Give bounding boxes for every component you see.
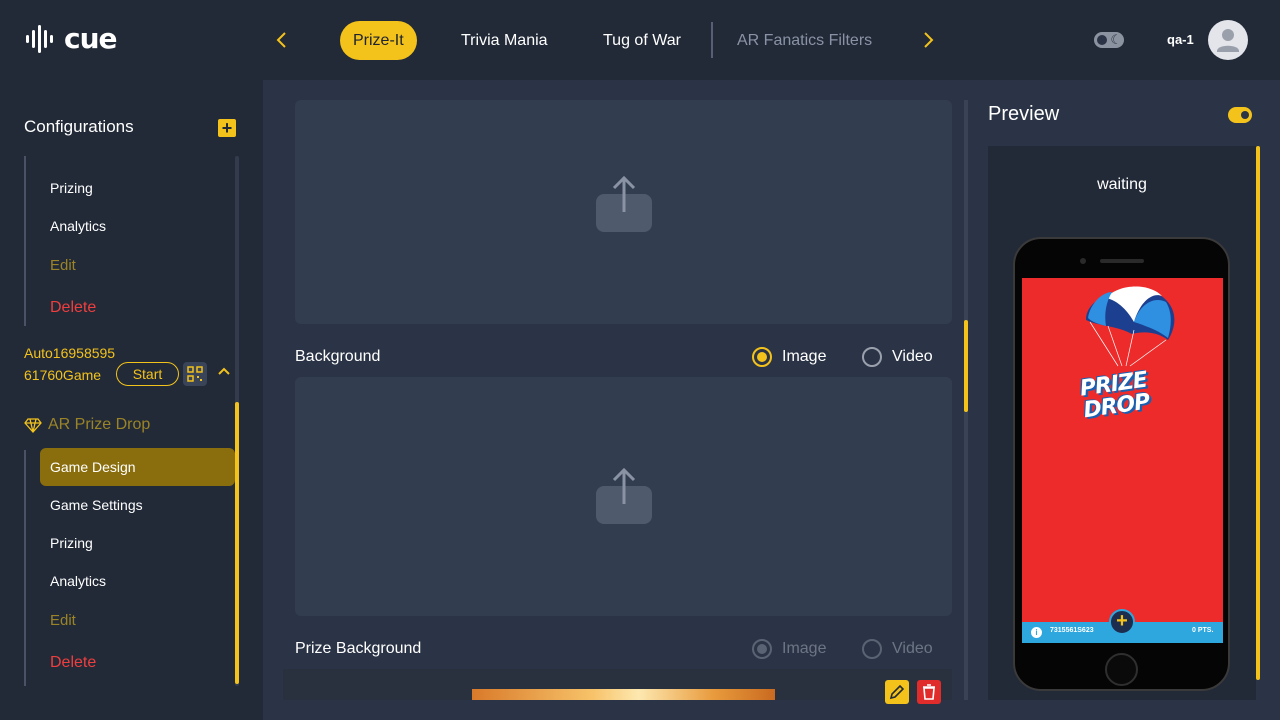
info-icon[interactable]: i <box>1031 627 1042 638</box>
plus-icon: + <box>221 118 233 138</box>
moon-icon: ☾ <box>1110 32 1122 47</box>
tab-prize-it[interactable]: Prize-It <box>340 21 417 60</box>
sidebar-item-delete[interactable]: Delete <box>50 299 96 317</box>
radio-circle <box>752 347 772 367</box>
background-image-radio[interactable]: Image <box>752 347 826 367</box>
prize-background-video-radio: Video <box>862 639 933 659</box>
sidebar-item-prizing[interactable]: Prizing <box>50 535 93 551</box>
phone-home-button <box>1105 653 1138 686</box>
preview-scrollbar[interactable] <box>1256 146 1260 680</box>
main-scrollbar-thumb[interactable] <box>964 320 968 412</box>
footer-player-id: 7315561S623 <box>1050 627 1094 634</box>
background-row: Background Image Video <box>295 345 940 369</box>
prize-background-image-radio: Image <box>752 639 826 659</box>
tabs-prev-button[interactable] <box>270 28 294 52</box>
prize-background-row: Prize Background Image Video <box>295 637 940 661</box>
background-label: Background <box>295 348 381 365</box>
trash-icon <box>923 684 935 700</box>
collapse-game-button[interactable] <box>214 363 234 383</box>
sidebar-scrollbar-thumb[interactable] <box>235 402 239 684</box>
theme-toggle[interactable]: ☾ <box>1094 32 1124 48</box>
sidebar-item-edit[interactable]: Edit <box>50 257 76 274</box>
tab-separator <box>711 22 713 58</box>
sidebar-item-analytics[interactable]: Analytics <box>50 218 106 234</box>
qr-code-button[interactable] <box>183 362 207 386</box>
prize-background-thumbnail <box>472 689 775 700</box>
preview-toggle[interactable] <box>1228 107 1252 123</box>
sidebar: Configurations + Prizing Analytics Edit … <box>0 80 263 720</box>
start-button[interactable]: Start <box>116 362 179 386</box>
background-upload-dropzone[interactable] <box>295 377 952 616</box>
preview-status: waiting <box>1097 176 1147 193</box>
tree-rail <box>24 450 26 686</box>
sidebar-item-game-settings[interactable]: Game Settings <box>50 497 143 513</box>
sidebar-item-edit[interactable]: Edit <box>50 612 76 629</box>
sidebar-item-delete[interactable]: Delete <box>50 654 96 672</box>
radio-circle <box>862 347 882 367</box>
sidebar-item-prizing[interactable]: Prizing <box>50 180 93 196</box>
footer-points: 0 PTS. <box>1192 627 1214 634</box>
phone-camera <box>1080 258 1086 264</box>
top-bar: cue Prize-It Trivia Mania Tug of War AR … <box>0 0 1280 80</box>
phone-speaker <box>1100 259 1144 263</box>
preview-title: Preview <box>988 103 1060 125</box>
user-name[interactable]: qa-1 <box>1167 32 1194 47</box>
user-avatar[interactable] <box>1208 20 1248 60</box>
game-type-title[interactable]: AR Prize Drop <box>24 416 150 434</box>
prize-background-label: Prize Background <box>295 640 422 657</box>
add-configuration-button[interactable]: + <box>218 119 236 137</box>
gem-icon <box>24 418 42 433</box>
qr-code-icon <box>187 366 203 382</box>
phone-screen: PRIZE DROP <box>1022 278 1223 643</box>
upload-icon <box>596 468 652 524</box>
toggle-knob <box>1241 111 1249 119</box>
logo-text: cue <box>64 22 118 55</box>
sidebar-item-analytics[interactable]: Analytics <box>50 573 106 589</box>
plus-icon: + <box>1116 610 1128 632</box>
edit-prize-background-button[interactable] <box>885 680 909 704</box>
radio-label: Image <box>782 348 827 365</box>
configurations-title: Configurations <box>24 117 134 136</box>
cue-logo[interactable]: cue <box>24 22 118 55</box>
background-video-radio[interactable]: Video <box>862 347 933 367</box>
soundwave-icon <box>26 24 53 53</box>
sidebar-item-game-design[interactable]: Game Design <box>40 448 235 486</box>
user-avatar-icon <box>1217 29 1239 52</box>
radio-circle <box>862 639 882 659</box>
delete-prize-background-button[interactable] <box>917 680 941 704</box>
chevron-left-icon <box>276 32 286 48</box>
chevron-up-icon <box>218 367 230 375</box>
tab-ar-fanatics-filters[interactable]: AR Fanatics Filters <box>737 21 872 60</box>
upload-icon <box>596 176 652 232</box>
chevron-right-icon <box>924 32 934 48</box>
add-button[interactable]: + <box>1109 609 1135 635</box>
pencil-icon <box>889 684 905 700</box>
game-name[interactable]: Auto1695859561760Game <box>24 342 116 386</box>
upload-dropzone[interactable] <box>295 100 952 324</box>
tab-trivia-mania[interactable]: Trivia Mania <box>461 21 548 60</box>
tab-tug-of-war[interactable]: Tug of War <box>603 21 681 60</box>
radio-label: Image <box>782 640 827 657</box>
radio-label: Video <box>892 640 933 657</box>
game-type-label: AR Prize Drop <box>48 416 151 433</box>
radio-circle <box>752 639 772 659</box>
tabs-next-button[interactable] <box>916 28 940 52</box>
radio-label: Video <box>892 348 933 365</box>
parachute-icon <box>1086 286 1175 367</box>
tree-rail <box>24 156 26 326</box>
toggle-knob <box>1097 35 1107 45</box>
